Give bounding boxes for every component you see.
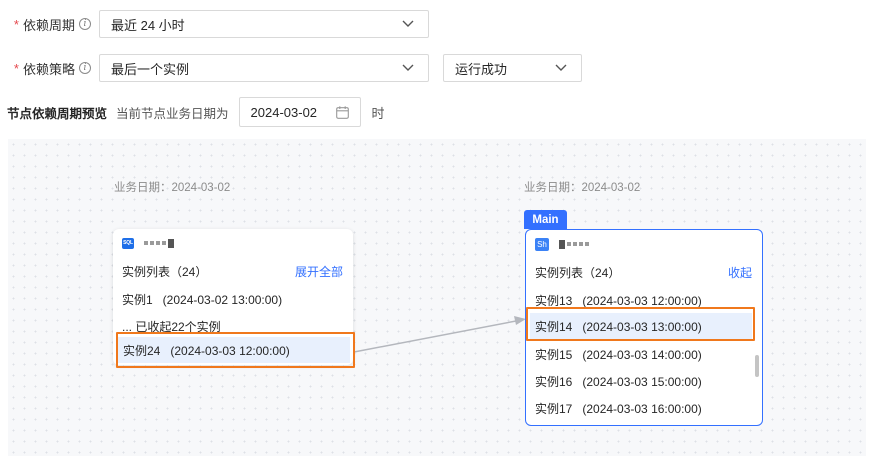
shell-icon: Sh — [535, 237, 549, 251]
collapse-link[interactable]: 收起 — [728, 264, 752, 281]
dependency-cycle-select[interactable]: 最近 24 小时 — [99, 10, 429, 38]
chevron-down-icon — [402, 64, 414, 71]
preview-hint: 当前节点业务日期为 — [116, 106, 229, 121]
dependency-strategy-select[interactable]: 最后一个实例 — [99, 54, 429, 82]
expand-all-link[interactable]: 展开全部 — [295, 263, 343, 280]
sql-icon: SQL — [122, 237, 134, 249]
chevron-down-icon — [402, 20, 414, 27]
instance-item[interactable]: 实例1 (2024-03-02 13:00:00) — [122, 291, 282, 308]
instance-list-header: 实例列表（24） 展开全部 — [122, 263, 343, 280]
chevron-down-icon — [555, 64, 567, 71]
preview-title: 节点依赖周期预览 — [7, 106, 108, 121]
required-mark: * — [13, 60, 19, 76]
dependency-graph-canvas[interactable]: 业务日期：2024-03-02 业务日期：2024-03-02 SQL 实例列表… — [8, 139, 866, 456]
masked-node-name — [144, 238, 174, 248]
dependency-strategy-label: * 依赖策略 i — [0, 59, 99, 78]
info-icon[interactable]: i — [79, 62, 91, 74]
main-node-tag: Main — [524, 210, 567, 229]
instance-item[interactable]: 实例15 (2024-03-03 14:00:00) — [535, 346, 702, 363]
node-header: Sh — [535, 237, 589, 251]
instance-list-scrollbar[interactable] — [755, 355, 759, 377]
masked-node-name — [559, 239, 589, 249]
business-date-picker[interactable]: 2024-03-02 — [238, 97, 361, 127]
highlight-frame — [116, 332, 355, 368]
instance-item[interactable]: 实例16 (2024-03-03 15:00:00) — [535, 373, 702, 390]
hour-suffix: 时 — [371, 105, 385, 121]
run-status-select[interactable]: 运行成功 — [443, 54, 582, 82]
dependency-strategy-row: * 依赖策略 i 最后一个实例 运行成功 — [0, 54, 582, 82]
dependency-cycle-row: * 依赖周期 i 最近 24 小时 — [0, 10, 429, 38]
required-mark: * — [13, 16, 19, 32]
info-icon[interactable]: i — [79, 18, 91, 30]
node-header: SQL — [122, 236, 174, 250]
cycle-preview-row: 节点依赖周期预览 当前节点业务日期为 2024-03-02 时 — [0, 97, 385, 127]
dependency-cycle-label: * 依赖周期 i — [0, 15, 99, 34]
highlight-frame — [526, 307, 755, 341]
instance-list-header: 实例列表（24） 收起 — [535, 264, 752, 281]
calendar-icon — [335, 106, 349, 119]
instance-item[interactable]: 实例17 (2024-03-03 16:00:00) — [535, 400, 702, 417]
